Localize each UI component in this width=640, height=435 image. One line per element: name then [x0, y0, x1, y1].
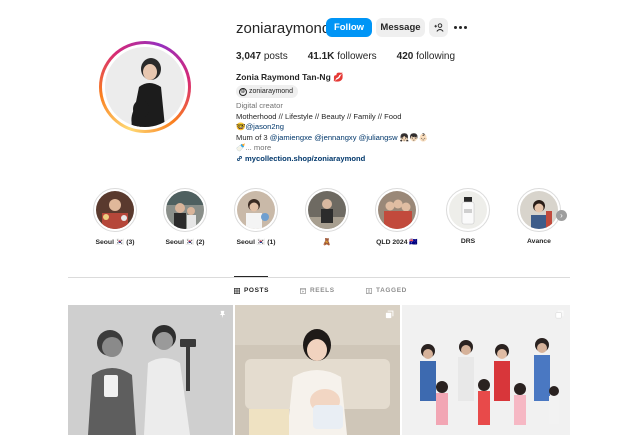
- highlight-label: Seoul 🇰🇷 (1): [236, 239, 276, 246]
- post-tile[interactable]: [68, 305, 233, 435]
- highlight-ring: [234, 188, 278, 232]
- tagged-icon: [366, 287, 372, 294]
- bio-line-3-suffix: 👧🏻👦🏻👶🏻: [397, 132, 429, 142]
- highlight-ring: [446, 188, 490, 232]
- tab-posts-label: POSTS: [244, 287, 270, 294]
- posts-label: posts: [263, 51, 288, 62]
- post-image: [402, 305, 570, 435]
- avatar-inner: [102, 44, 188, 130]
- grid-icon: [234, 287, 240, 294]
- profile-tabs: POSTS REELS TAGGED: [0, 287, 640, 297]
- carousel-icon: [555, 310, 564, 319]
- tab-reels-label: REELS: [310, 287, 335, 294]
- highlight-cover: [96, 191, 134, 229]
- bio-line-3-prefix: Mum of 3: [236, 132, 270, 142]
- highlight-cover: [449, 191, 487, 229]
- reels-icon: [300, 287, 306, 294]
- tab-tagged-label: TAGGED: [376, 287, 407, 294]
- highlight-label: DRS: [460, 238, 476, 245]
- post-image: [68, 305, 233, 435]
- highlight-label: QLD 2024 🇦🇺: [376, 239, 418, 246]
- highlight-item[interactable]: QLD 2024 🇦🇺: [367, 188, 427, 246]
- chevron-right-icon[interactable]: ›: [556, 210, 567, 221]
- avatar[interactable]: [105, 47, 185, 127]
- highlight-cover: [520, 191, 558, 229]
- bio-link-row: mycollection.shop/zoniaraymond: [236, 154, 496, 165]
- highlight-cover: [166, 191, 204, 229]
- tab-tagged[interactable]: TAGGED: [366, 287, 407, 294]
- highlight-ring: [375, 188, 419, 232]
- bio-line-4: 🍼... more: [236, 143, 496, 154]
- bio-external-link[interactable]: mycollection.shop/zoniaraymond: [245, 154, 365, 163]
- highlight-label: Seoul 🇰🇷 (2): [165, 239, 205, 246]
- post-tile[interactable]: [402, 305, 570, 435]
- highlight-label: 🧸: [322, 239, 332, 246]
- bio-mentions-children[interactable]: @jamiengxe @jennangxy @juliangsw: [270, 133, 398, 142]
- message-button[interactable]: Message: [376, 18, 425, 37]
- highlight-ring: [163, 188, 207, 232]
- profile-avatar-ring[interactable]: [99, 41, 191, 133]
- tabs-divider: [68, 277, 570, 278]
- followers-count: 41.1K: [307, 51, 335, 62]
- post-image: [235, 305, 400, 435]
- following-label: following: [416, 51, 456, 62]
- highlight-ring: [517, 188, 561, 232]
- profile-stats: 3,047 posts 41.1K followers 420 followin…: [236, 51, 475, 62]
- highlight-ring: [305, 188, 349, 232]
- highlight-ring: [93, 188, 137, 232]
- highlight-cover: [237, 191, 275, 229]
- highlight-cover: [378, 191, 416, 229]
- story-highlights: Seoul 🇰🇷 (3) Seoul 🇰🇷 (2) Seoul 🇰🇷 (1) 🧸…: [82, 188, 572, 258]
- bio-line-1: Motherhood // Lifestyle // Beauty // Fam…: [236, 111, 402, 121]
- highlight-label: Avance: [527, 238, 551, 245]
- posts-stat: 3,047 posts: [236, 51, 288, 62]
- link-icon: [237, 155, 242, 161]
- bio-mention-jason[interactable]: @jason2ng: [245, 122, 284, 131]
- tab-reels[interactable]: REELS: [300, 287, 335, 294]
- highlight-item[interactable]: DRS: [438, 188, 498, 245]
- pinned-icon: [219, 310, 226, 319]
- bio-more-link[interactable]: more: [254, 143, 271, 152]
- highlight-item[interactable]: Seoul 🇰🇷 (1): [226, 188, 286, 246]
- suggested-accounts-button[interactable]: [429, 18, 448, 37]
- full-name: Zonia Raymond Tan-Ng 💋: [236, 72, 344, 82]
- threads-link[interactable]: @ zoniaraymond: [236, 85, 298, 98]
- active-tab-indicator: [234, 276, 268, 277]
- bio: Digital creator Motherhood // Lifestyle …: [236, 101, 496, 164]
- highlight-cover: [308, 191, 346, 229]
- following-count: 420: [396, 51, 414, 62]
- post-tile[interactable]: [235, 305, 400, 435]
- username: zoniaraymond: [236, 19, 331, 37]
- highlight-item[interactable]: Seoul 🇰🇷 (3): [85, 188, 145, 246]
- bio-line-2: 🤓@jason2ng: [236, 122, 496, 133]
- threads-handle: zoniaraymond: [249, 88, 293, 95]
- highlight-label: Seoul 🇰🇷 (3): [95, 239, 135, 246]
- carousel-icon: [385, 310, 394, 319]
- followers-stat[interactable]: 41.1K followers: [308, 51, 377, 62]
- bio-category: Digital creator: [236, 101, 283, 110]
- bio-more-prefix: 🍼...: [236, 143, 254, 152]
- bio-line-3: Mum of 3 @jamiengxe @jennangxy @juliangs…: [236, 133, 496, 144]
- avatar-photo: [105, 47, 185, 127]
- threads-icon: @: [239, 87, 247, 96]
- following-stat[interactable]: 420 following: [397, 51, 455, 62]
- highlight-item[interactable]: 🧸: [297, 188, 357, 246]
- tab-posts[interactable]: POSTS: [234, 287, 269, 294]
- more-options-icon[interactable]: [452, 20, 468, 34]
- follow-button[interactable]: Follow: [326, 18, 372, 37]
- person-add-icon: [433, 23, 444, 32]
- highlight-item[interactable]: Seoul 🇰🇷 (2): [155, 188, 215, 246]
- posts-count: 3,047: [236, 51, 262, 62]
- followers-label: followers: [337, 51, 377, 62]
